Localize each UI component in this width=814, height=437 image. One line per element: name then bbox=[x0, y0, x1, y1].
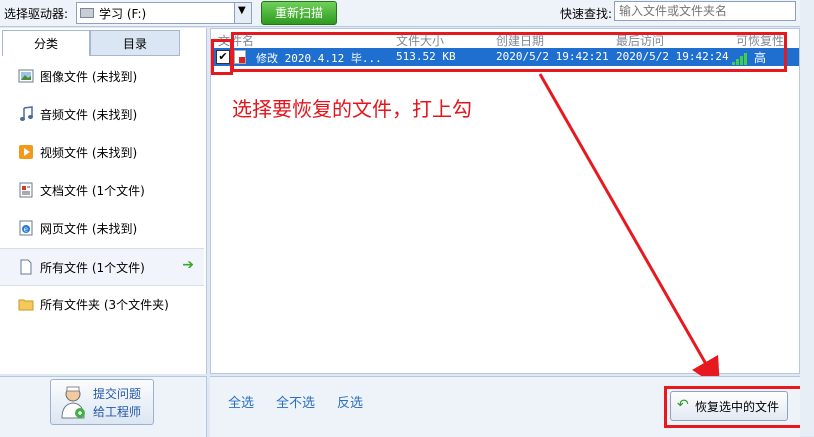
select-all-link[interactable]: 全选 bbox=[228, 392, 254, 411]
window-edge bbox=[800, 0, 814, 436]
select-none-link[interactable]: 全不选 bbox=[276, 392, 315, 411]
annotation-arrow bbox=[538, 73, 720, 389]
invert-selection-link[interactable]: 反选 bbox=[337, 392, 363, 411]
annotation-button-box bbox=[664, 386, 810, 428]
